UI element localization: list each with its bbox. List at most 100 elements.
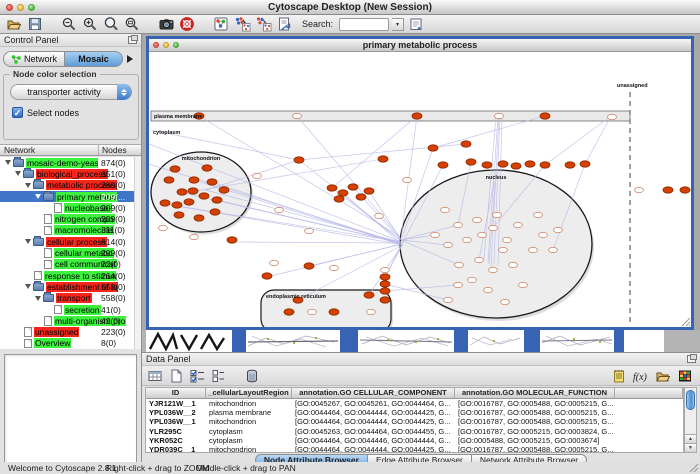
graph-node[interactable] bbox=[304, 263, 314, 269]
apply-layout-a-icon[interactable] bbox=[233, 16, 251, 33]
column-network[interactable]: Network bbox=[0, 145, 99, 155]
zoom-in-icon[interactable] bbox=[81, 16, 99, 33]
graph-node[interactable] bbox=[580, 161, 590, 167]
scrollbar-thumb[interactable] bbox=[686, 390, 695, 410]
graph-node[interactable] bbox=[188, 188, 198, 194]
graph-node[interactable] bbox=[164, 177, 174, 183]
graph-node[interactable] bbox=[190, 234, 199, 239]
graph-node[interactable] bbox=[172, 202, 182, 208]
select-nodes-checkbox[interactable]: ✓ bbox=[12, 107, 23, 118]
graph-node[interactable] bbox=[293, 113, 302, 118]
graph-node[interactable] bbox=[212, 197, 222, 203]
graph-node[interactable] bbox=[174, 212, 184, 218]
graph-node[interactable] bbox=[549, 247, 558, 252]
graph-node[interactable] bbox=[529, 247, 538, 252]
table-row[interactable]: YKR052Ccytoplasm[GO:0044464, GO:0044446,… bbox=[146, 436, 683, 445]
graph-node[interactable] bbox=[194, 215, 204, 221]
import-attributes-icon[interactable] bbox=[654, 368, 672, 385]
table-header-cell[interactable]: ID bbox=[146, 388, 206, 398]
graph-node[interactable] bbox=[210, 209, 220, 215]
expand-toggle-icon[interactable] bbox=[25, 239, 31, 244]
graph-node[interactable] bbox=[466, 159, 476, 165]
search-input[interactable] bbox=[339, 18, 389, 31]
graph-node[interactable] bbox=[403, 177, 412, 182]
scroll-down-button[interactable]: ▼ bbox=[685, 443, 696, 452]
node-color-dropdown[interactable]: transporter activity bbox=[10, 84, 132, 100]
graph-node[interactable] bbox=[378, 156, 388, 162]
window-resize-grip[interactable] bbox=[681, 317, 691, 327]
graph-node[interactable] bbox=[503, 237, 512, 242]
zoom-fit-icon[interactable] bbox=[123, 16, 141, 33]
graph-node[interactable] bbox=[478, 232, 487, 237]
graph-node[interactable] bbox=[511, 163, 521, 169]
import-network-icon[interactable] bbox=[275, 16, 293, 33]
table-row[interactable]: YPL036W__1mitochondrion[GO:0044464, GO:0… bbox=[146, 417, 683, 426]
graph-node[interactable] bbox=[489, 267, 498, 272]
network-tree-row[interactable]: establishment of lo558(0) bbox=[0, 281, 141, 292]
graph-node[interactable] bbox=[495, 113, 504, 118]
search-dropdown-arrow[interactable]: ▾ bbox=[392, 18, 404, 31]
graph-node[interactable] bbox=[565, 162, 575, 168]
network-tree-row[interactable]: multi-organism pro42(0) bbox=[0, 315, 141, 326]
color-matrix-icon[interactable] bbox=[676, 368, 694, 385]
network-tree-row[interactable]: Overview8(0) bbox=[0, 338, 141, 349]
table-header-cell[interactable]: annotation.GO CELLULAR_COMPONENT bbox=[292, 388, 455, 398]
table-scrollbar[interactable]: ▲ ▼ bbox=[684, 387, 697, 453]
table-header-cell[interactable]: annotation.GO MOLECULAR_FUNCTION bbox=[455, 388, 615, 398]
tab-network[interactable]: Network bbox=[3, 51, 65, 67]
graph-node[interactable] bbox=[294, 157, 304, 163]
apply-layout-b-icon[interactable] bbox=[254, 16, 272, 33]
graph-node[interactable] bbox=[473, 217, 482, 222]
graph-node[interactable] bbox=[202, 165, 212, 171]
graph-node[interactable] bbox=[170, 166, 180, 172]
graph-node[interactable] bbox=[519, 282, 528, 287]
graph-node[interactable] bbox=[493, 212, 502, 217]
network-tree-row[interactable]: response to stimulu264(0) bbox=[0, 270, 141, 281]
table-row[interactable]: YDR039C__1mitochondrion[GO:0044464, GO:0… bbox=[146, 445, 683, 453]
network-tree-row[interactable]: macromolecule311(0) bbox=[0, 225, 141, 236]
background-windows[interactable] bbox=[142, 330, 700, 352]
graph-node[interactable] bbox=[253, 173, 262, 178]
graph-node[interactable] bbox=[364, 188, 374, 194]
birds-eye-view[interactable] bbox=[4, 354, 137, 474]
graph-node[interactable] bbox=[509, 262, 518, 267]
network-view-icon[interactable] bbox=[212, 16, 230, 33]
graph-node[interactable] bbox=[364, 292, 374, 298]
graph-node[interactable] bbox=[199, 193, 209, 199]
graph-node[interactable] bbox=[367, 309, 376, 314]
graph-node[interactable] bbox=[428, 145, 438, 151]
graph-node[interactable] bbox=[184, 199, 194, 205]
graph-node[interactable] bbox=[207, 179, 217, 185]
graph-node[interactable] bbox=[284, 309, 294, 315]
network-tree-row[interactable]: metabolic process280(0) bbox=[0, 180, 141, 191]
scroll-up-button[interactable]: ▲ bbox=[685, 434, 696, 443]
network-window-titlebar[interactable]: primary metabolic process bbox=[149, 39, 691, 52]
graph-node[interactable] bbox=[540, 113, 550, 119]
network-tree-row[interactable]: secretion41(0) bbox=[0, 304, 141, 315]
attribute-table-icon[interactable] bbox=[146, 367, 164, 384]
graph-node[interactable] bbox=[461, 141, 471, 147]
table-row[interactable]: YPL036W__2plasma membrane[GO:0044464, GO… bbox=[146, 408, 683, 417]
column-nodes[interactable]: Nodes bbox=[99, 145, 141, 155]
graph-node[interactable] bbox=[329, 309, 339, 315]
graph-node[interactable] bbox=[275, 207, 284, 212]
app-resize-grip[interactable] bbox=[689, 463, 699, 473]
save-session-icon[interactable] bbox=[26, 16, 44, 33]
float-data-panel-icon[interactable] bbox=[687, 355, 696, 363]
graph-node[interactable] bbox=[441, 207, 450, 212]
graph-node[interactable] bbox=[489, 225, 498, 230]
zoom-out-icon[interactable] bbox=[60, 16, 78, 33]
graph-node[interactable] bbox=[444, 242, 453, 247]
table-header-cell[interactable]: _cellularLayoutRegion bbox=[206, 388, 292, 398]
table-row[interactable]: YLR295Ccytoplasm[GO:0045263, GO:0044464,… bbox=[146, 427, 683, 436]
network-tree-row[interactable]: unassigned223(0) bbox=[0, 326, 141, 337]
graph-node[interactable] bbox=[454, 282, 463, 287]
graph-node[interactable] bbox=[356, 194, 366, 200]
graph-node[interactable] bbox=[498, 161, 508, 167]
graph-node[interactable] bbox=[431, 232, 440, 237]
graph-node[interactable] bbox=[381, 267, 390, 272]
expand-toggle-icon[interactable] bbox=[25, 284, 31, 289]
graph-node[interactable] bbox=[219, 187, 229, 193]
network-tree-row[interactable]: primary metabo209(... bbox=[0, 191, 141, 202]
snapshot-camera-icon[interactable] bbox=[157, 16, 175, 33]
